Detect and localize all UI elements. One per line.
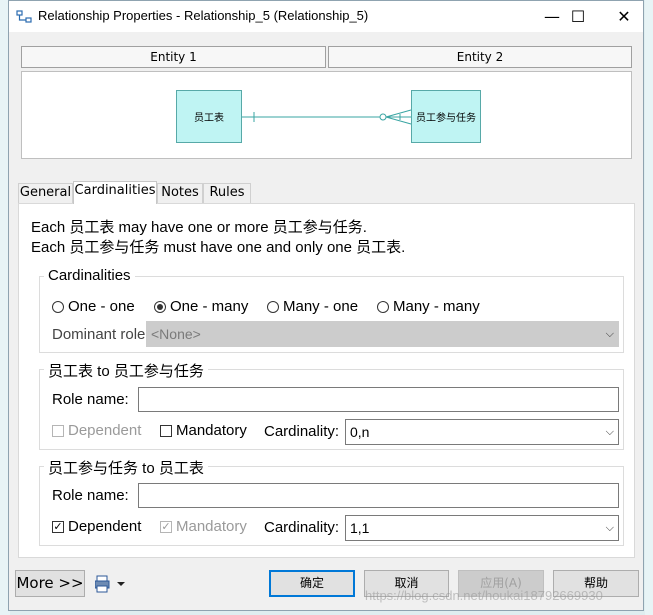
role2-mandatory-check-icon: ✓ — [160, 520, 172, 533]
radio-one-one-label: One - one — [68, 298, 135, 315]
cardinalities-panel: Each 员工表 may have one or more 员工参与任务. Ea… — [18, 203, 635, 558]
radio-many-one-circle — [267, 300, 279, 313]
role1-role-name-label: Role name: — [52, 391, 129, 408]
cardinalities-group: Cardinalities One - one One - many Many … — [39, 267, 624, 353]
radio-one-one[interactable]: One - one — [52, 298, 135, 315]
role2-group: 员工参与任务 to 员工表 Role name: ✓ Dependent ✓ M… — [39, 457, 624, 546]
chevron-down-icon: ⌵ — [605, 522, 614, 534]
role1-dependent-box — [52, 424, 64, 437]
close-icon: ✕ — [617, 7, 631, 26]
role2-dependent-check-icon: ✓ — [52, 520, 64, 533]
maximize-icon: ☐ — [570, 7, 586, 26]
tab-general[interactable]: General — [18, 183, 73, 203]
close-button[interactable]: ✕ — [601, 1, 647, 32]
entity1-box[interactable]: 员工表 — [176, 90, 242, 143]
role1-group: 员工表 to 员工参与任务 Role name: Dependent Manda… — [39, 360, 624, 450]
entity2-header: Entity 2 — [328, 46, 632, 68]
role2-dependent-checkbox[interactable]: ✓ Dependent — [52, 518, 141, 535]
radio-one-many[interactable]: One - many — [154, 298, 248, 315]
maximize-button[interactable]: ☐ — [555, 1, 601, 32]
dominant-role-label: Dominant role: — [52, 326, 150, 343]
radio-one-one-circle — [52, 300, 64, 313]
radio-one-many-label: One - many — [170, 298, 249, 315]
tab-cardinalities[interactable]: Cardinalities — [73, 181, 157, 204]
role2-dependent-label: Dependent — [68, 518, 142, 535]
role2-role-name-input[interactable] — [138, 483, 619, 508]
title-bar[interactable]: Relationship Properties - Relationship_5… — [9, 1, 643, 32]
role2-cardinality-select[interactable]: 1,1 ⌵ — [345, 515, 619, 541]
role2-role-name-label: Role name: — [52, 487, 129, 504]
role1-mandatory-checkbox[interactable]: Mandatory — [160, 422, 247, 439]
radio-many-one-label: Many - one — [283, 298, 359, 315]
role1-dependent-label: Dependent — [68, 422, 142, 439]
chevron-down-icon: ⌵ — [605, 426, 614, 438]
printer-icon — [94, 575, 125, 593]
role1-dependent-checkbox[interactable]: Dependent — [52, 422, 141, 439]
role2-cardinality-value: 1,1 — [350, 520, 370, 536]
more-button[interactable]: More >> — [15, 570, 85, 597]
dominant-role-value: <None> — [151, 326, 201, 342]
radio-many-many[interactable]: Many - many — [377, 298, 480, 315]
radio-many-one[interactable]: Many - one — [267, 298, 358, 315]
role1-group-title: 员工表 to 员工参与任务 — [44, 360, 208, 381]
role2-group-title: 员工参与任务 to 员工表 — [44, 457, 208, 478]
description-line2: Each 员工参与任务 must have one and only one 员… — [31, 239, 406, 256]
tab-notes[interactable]: Notes — [157, 183, 203, 203]
cardinalities-group-title: Cardinalities — [44, 267, 135, 284]
role1-mandatory-label: Mandatory — [176, 422, 247, 439]
relationship-properties-dialog: Relationship Properties - Relationship_5… — [8, 0, 644, 611]
radio-one-many-circle — [154, 300, 166, 313]
watermark: https://blog.csdn.net/houkai18792669930 — [365, 588, 603, 603]
print-menu-button[interactable] — [94, 574, 131, 594]
background-window-right — [645, 0, 653, 615]
role1-cardinality-value: 0,n — [350, 424, 370, 440]
tab-rules[interactable]: Rules — [203, 183, 251, 203]
radio-many-many-circle — [377, 300, 389, 313]
role1-role-name-input[interactable] — [138, 387, 619, 412]
role1-cardinality-label: Cardinality: — [264, 423, 340, 440]
relationship-icon — [16, 10, 32, 23]
entity2-box[interactable]: 员工参与任务 — [411, 90, 481, 143]
window-title: Relationship Properties - Relationship_5… — [38, 8, 369, 23]
radio-many-many-label: Many - many — [393, 298, 480, 315]
ok-button[interactable]: 确定 — [269, 570, 355, 597]
relationship-diagram: 员工表 员工参与任务 — [21, 71, 632, 159]
entity1-name: 员工表 — [194, 113, 224, 124]
role1-mandatory-box — [160, 424, 172, 437]
relationship-line — [242, 109, 412, 125]
role2-mandatory-checkbox[interactable]: ✓ Mandatory — [160, 518, 247, 535]
role2-cardinality-label: Cardinality: — [264, 519, 340, 536]
role2-mandatory-label: Mandatory — [176, 518, 247, 535]
role1-cardinality-select[interactable]: 0,n ⌵ — [345, 419, 619, 445]
description-line1: Each 员工表 may have one or more 员工参与任务. — [31, 219, 367, 236]
entity1-header: Entity 1 — [21, 46, 326, 68]
chevron-down-icon: ⌵ — [605, 328, 614, 340]
dominant-role-select[interactable]: <None> ⌵ — [146, 321, 619, 347]
entity2-name: 员工参与任务 — [416, 113, 476, 124]
